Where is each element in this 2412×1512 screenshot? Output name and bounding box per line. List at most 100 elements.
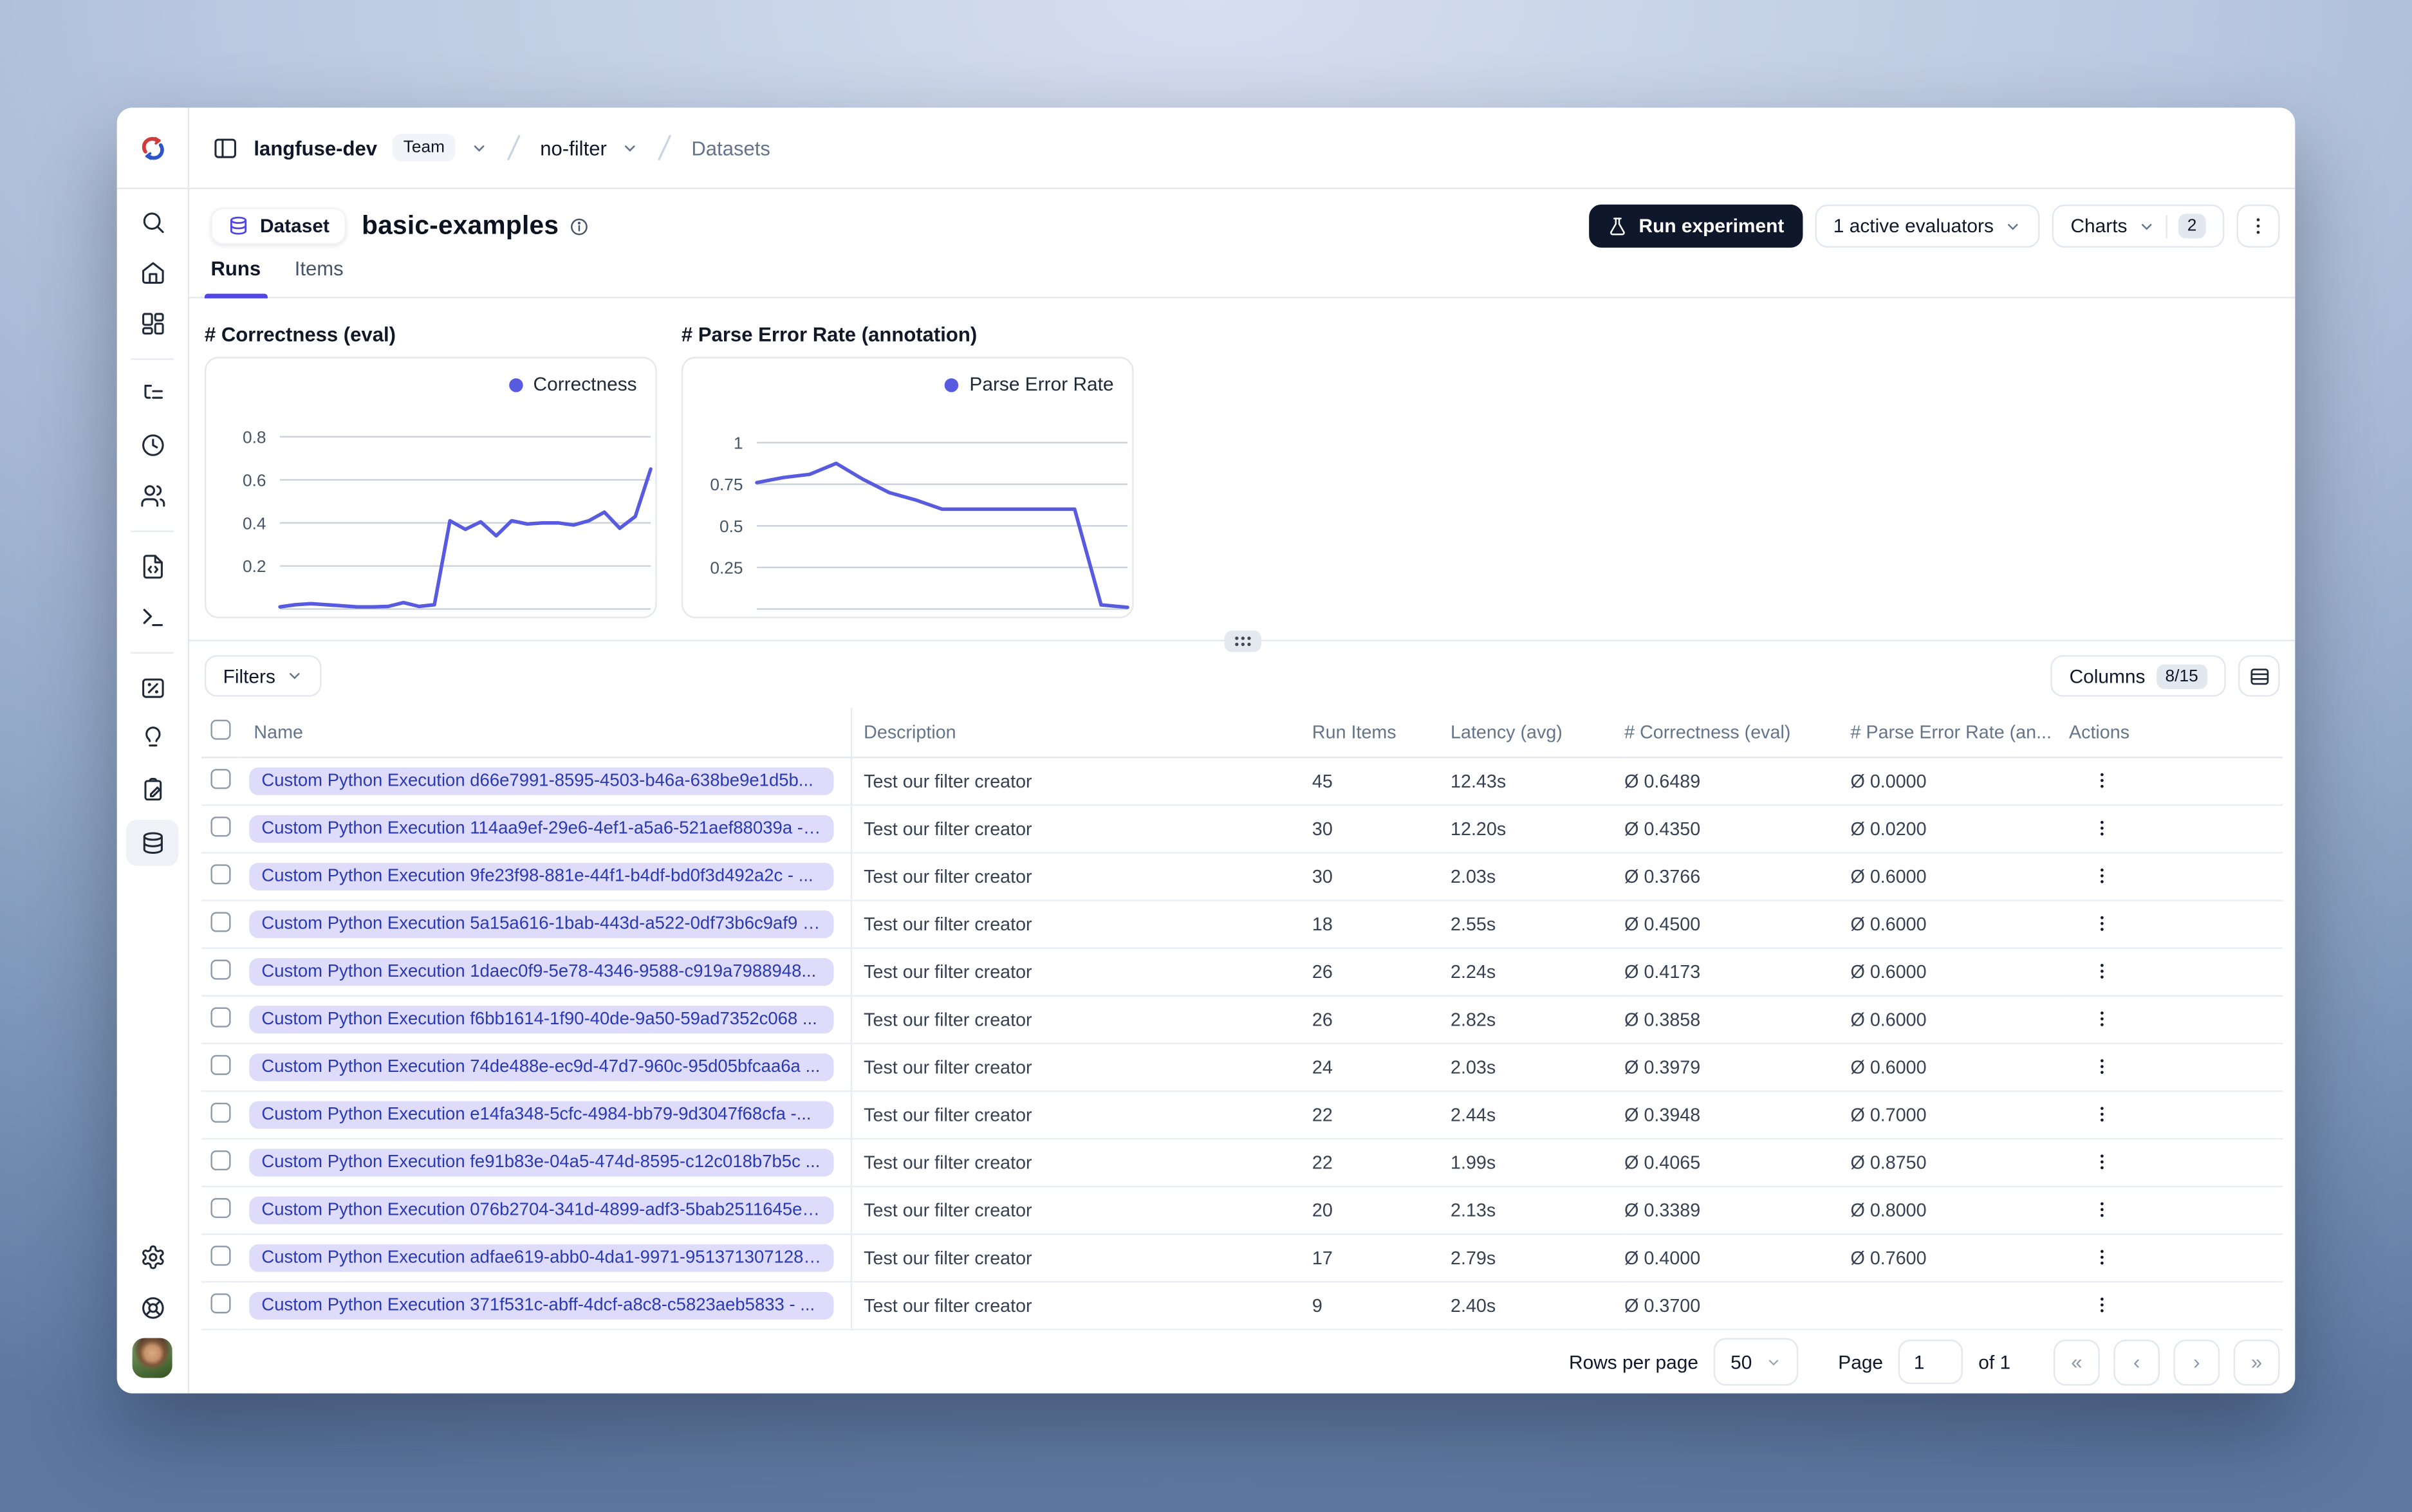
resize-grip-handle[interactable]: [1223, 630, 1260, 651]
row-checkbox[interactable]: [210, 1198, 230, 1218]
filters-button[interactable]: Filters: [205, 655, 322, 697]
row-actions-kebab[interactable]: [2088, 1291, 2115, 1319]
sidebar-item-evaluation[interactable]: [129, 667, 176, 707]
last-page-button[interactable]: »: [2234, 1339, 2280, 1385]
col-header-correctness[interactable]: # Correctness (eval): [1624, 708, 1850, 758]
row-actions-kebab[interactable]: [2088, 1196, 2115, 1224]
next-page-button[interactable]: ›: [2174, 1339, 2220, 1385]
sidebar-item-prompts[interactable]: [129, 546, 176, 586]
user-avatar[interactable]: [133, 1338, 172, 1378]
table-row[interactable]: Custom Python Execution 371f531c-abff-4d…: [201, 1282, 2283, 1329]
run-name-link[interactable]: Custom Python Execution e14fa348-5cfc-49…: [249, 1101, 833, 1129]
run-items-count: 30: [1312, 853, 1451, 900]
sidebar-item-dashboard[interactable]: [129, 303, 176, 343]
sidebar-item-playground[interactable]: [129, 596, 176, 636]
row-checkbox[interactable]: [210, 1246, 230, 1266]
run-name-link[interactable]: Custom Python Execution 74de488e-ec9d-47…: [249, 1053, 833, 1081]
row-actions-kebab[interactable]: [2088, 1244, 2115, 1271]
row-checkbox[interactable]: [210, 1055, 230, 1075]
row-checkbox[interactable]: [210, 1293, 230, 1313]
row-actions-kebab[interactable]: [2088, 1101, 2115, 1129]
page-header: Dataset basic-examples Run experiment 1 …: [189, 189, 2295, 257]
row-actions-kebab[interactable]: [2088, 910, 2115, 937]
table-row[interactable]: Custom Python Execution 1daec0f9-5e78-43…: [201, 948, 2283, 996]
row-checkbox[interactable]: [210, 912, 230, 932]
info-icon[interactable]: [570, 216, 589, 236]
langfuse-logo[interactable]: [117, 107, 189, 187]
row-checkbox[interactable]: [210, 864, 230, 884]
col-header-parse-error[interactable]: # Parse Error Rate (an...: [1851, 708, 2069, 758]
row-actions-kebab[interactable]: [2088, 958, 2115, 986]
run-name-link[interactable]: Custom Python Execution 076b2704-341d-48…: [249, 1197, 833, 1224]
table-row[interactable]: Custom Python Execution 74de488e-ec9d-47…: [201, 1044, 2283, 1091]
sidebar-item-tracing[interactable]: [129, 374, 176, 414]
row-checkbox[interactable]: [210, 1008, 230, 1028]
run-name-link[interactable]: Custom Python Execution fe91b83e-04a5-47…: [249, 1149, 833, 1177]
sidebar-item-insights[interactable]: [129, 718, 176, 758]
first-page-button[interactable]: «: [2054, 1339, 2100, 1385]
col-header-latency[interactable]: Latency (avg): [1451, 708, 1624, 758]
breadcrumb-project[interactable]: no-filter: [540, 136, 607, 160]
page-number-input[interactable]: 1: [1898, 1340, 1963, 1384]
select-all-checkbox[interactable]: [210, 720, 230, 740]
run-experiment-button[interactable]: Run experiment: [1590, 205, 1803, 248]
row-height-button[interactable]: [2238, 655, 2280, 697]
breadcrumb-section[interactable]: Datasets: [691, 136, 770, 160]
run-name-link[interactable]: Custom Python Execution 114aa9ef-29e6-4e…: [249, 815, 833, 843]
table-row[interactable]: Custom Python Execution 9fe23f98-881e-44…: [201, 853, 2283, 900]
table-row[interactable]: Custom Python Execution adfae619-abb0-4d…: [201, 1234, 2283, 1282]
table-row[interactable]: Custom Python Execution fe91b83e-04a5-47…: [201, 1139, 2283, 1186]
row-actions-kebab[interactable]: [2088, 1053, 2115, 1081]
table-row[interactable]: Custom Python Execution d66e7991-8595-45…: [201, 757, 2283, 805]
run-latency: 2.03s: [1451, 1044, 1624, 1091]
run-name-link[interactable]: Custom Python Execution 5a15a616-1bab-44…: [249, 910, 833, 938]
table-row[interactable]: Custom Python Execution e14fa348-5cfc-49…: [201, 1091, 2283, 1139]
row-checkbox[interactable]: [210, 816, 230, 836]
sidebar-item-users[interactable]: [129, 475, 176, 515]
row-checkbox[interactable]: [210, 1150, 230, 1170]
table-row[interactable]: Custom Python Execution 5a15a616-1bab-44…: [201, 901, 2283, 948]
row-actions-kebab[interactable]: [2088, 1148, 2115, 1176]
sidebar-item-annotation[interactable]: [129, 769, 176, 809]
rows-per-page-select[interactable]: 50: [1714, 1338, 1798, 1386]
row-checkbox[interactable]: [210, 769, 230, 789]
sidebar-item-search[interactable]: [129, 201, 176, 241]
sidebar-item-sessions[interactable]: [129, 425, 176, 465]
charts-button[interactable]: Charts 2: [2052, 205, 2225, 248]
run-name-link[interactable]: Custom Python Execution 9fe23f98-881e-44…: [249, 863, 833, 890]
chevron-down-icon[interactable]: [471, 139, 488, 156]
prev-page-button[interactable]: ‹: [2113, 1339, 2160, 1385]
col-header-name[interactable]: Name: [241, 708, 851, 758]
sidebar-item-settings[interactable]: [129, 1237, 176, 1277]
sidebar-item-datasets[interactable]: [126, 820, 178, 866]
run-name-link[interactable]: Custom Python Execution 1daec0f9-5e78-43…: [249, 958, 833, 986]
row-checkbox[interactable]: [210, 1103, 230, 1123]
sidebar-item-home[interactable]: [129, 252, 176, 292]
table-row[interactable]: Custom Python Execution 076b2704-341d-48…: [201, 1186, 2283, 1234]
breadcrumb-org[interactable]: langfuse-dev: [254, 136, 377, 160]
sidebar-item-support[interactable]: [129, 1287, 176, 1327]
row-actions-kebab[interactable]: [2088, 767, 2115, 795]
chevron-down-icon: [1766, 1354, 1781, 1370]
row-checkbox[interactable]: [210, 960, 230, 980]
run-name-link[interactable]: Custom Python Execution d66e7991-8595-45…: [249, 768, 833, 795]
row-actions-kebab[interactable]: [2088, 815, 2115, 842]
run-name-link[interactable]: Custom Python Execution adfae619-abb0-4d…: [249, 1244, 833, 1272]
chevron-down-icon[interactable]: [622, 139, 639, 156]
run-name-link[interactable]: Custom Python Execution f6bb1614-1f90-40…: [249, 1006, 833, 1033]
row-actions-kebab[interactable]: [2088, 1006, 2115, 1033]
tab-runs[interactable]: Runs: [210, 257, 261, 297]
chart-title: # Correctness (eval): [205, 323, 657, 346]
table-row[interactable]: Custom Python Execution f6bb1614-1f90-40…: [201, 996, 2283, 1044]
more-actions-button[interactable]: [2237, 205, 2280, 248]
col-header-description[interactable]: Description: [851, 708, 1312, 758]
tab-items[interactable]: Items: [295, 257, 344, 297]
run-description: Test our filter creator: [851, 1091, 1312, 1139]
active-evaluators-button[interactable]: 1 active evaluators: [1815, 205, 2040, 248]
run-name-link[interactable]: Custom Python Execution 371f531c-abff-4d…: [249, 1292, 833, 1320]
table-row[interactable]: Custom Python Execution 114aa9ef-29e6-4e…: [201, 805, 2283, 853]
col-header-run-items[interactable]: Run Items: [1312, 708, 1451, 758]
row-actions-kebab[interactable]: [2088, 862, 2115, 890]
columns-button[interactable]: Columns 8/15: [2051, 655, 2226, 697]
sidebar-toggle-icon[interactable]: [212, 134, 239, 161]
